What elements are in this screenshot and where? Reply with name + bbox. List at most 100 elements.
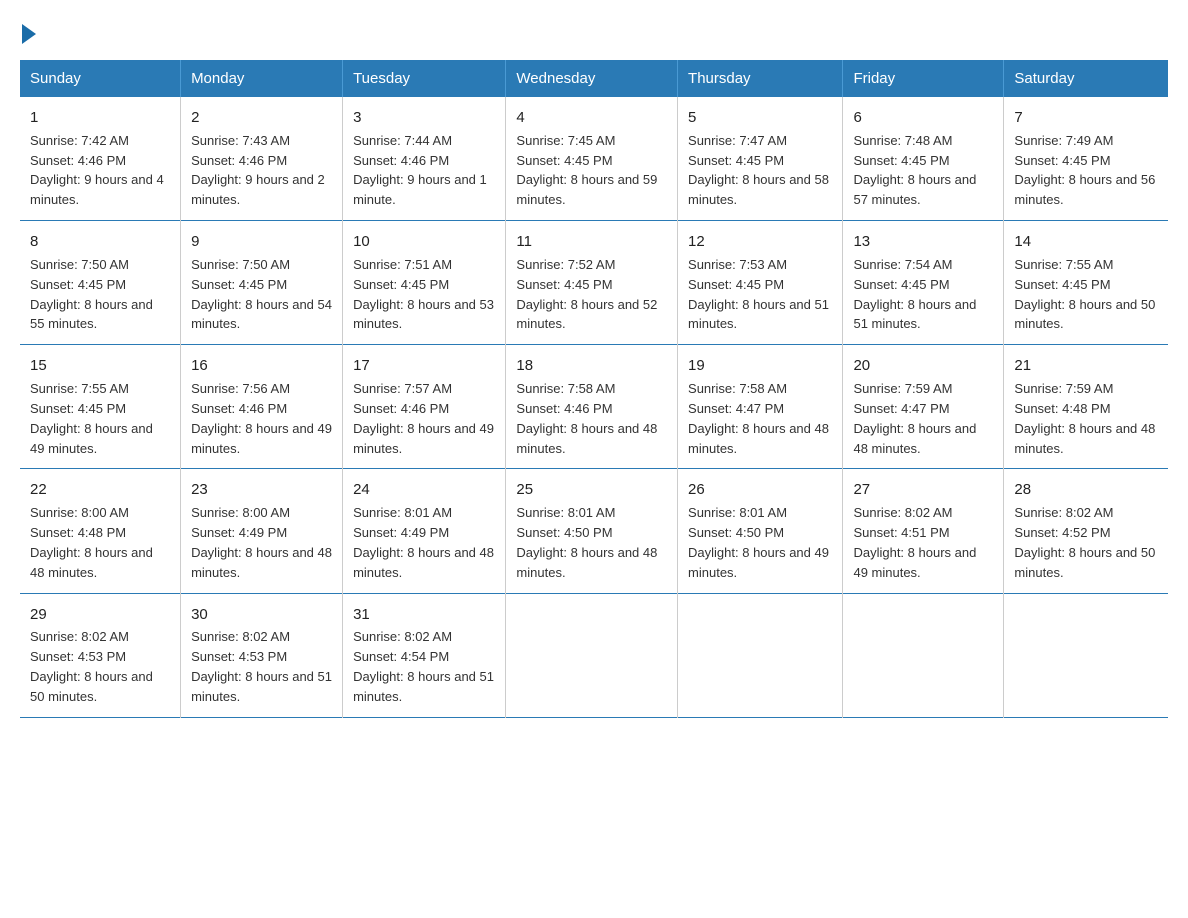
- day-info: Sunrise: 8:01 AMSunset: 4:50 PMDaylight:…: [516, 505, 657, 580]
- day-number: 1: [30, 107, 170, 129]
- week-row-4: 22 Sunrise: 8:00 AMSunset: 4:48 PMDayligh…: [20, 469, 1168, 593]
- calendar-cell: [1004, 593, 1168, 717]
- day-info: Sunrise: 7:44 AMSunset: 4:46 PMDaylight:…: [353, 133, 487, 208]
- day-number: 16: [191, 355, 332, 377]
- calendar-cell: 26 Sunrise: 8:01 AMSunset: 4:50 PMDayligh…: [678, 469, 843, 593]
- calendar-cell: 7 Sunrise: 7:49 AMSunset: 4:45 PMDaylight…: [1004, 97, 1168, 221]
- day-info: Sunrise: 8:02 AMSunset: 4:53 PMDaylight:…: [191, 629, 332, 704]
- calendar-cell: 31 Sunrise: 8:02 AMSunset: 4:54 PMDayligh…: [343, 593, 506, 717]
- calendar-cell: 17 Sunrise: 7:57 AMSunset: 4:46 PMDayligh…: [343, 345, 506, 469]
- day-number: 11: [516, 231, 667, 253]
- day-info: Sunrise: 7:59 AMSunset: 4:47 PMDaylight:…: [853, 381, 976, 456]
- calendar-cell: 27 Sunrise: 8:02 AMSunset: 4:51 PMDayligh…: [843, 469, 1004, 593]
- calendar-cell: 21 Sunrise: 7:59 AMSunset: 4:48 PMDayligh…: [1004, 345, 1168, 469]
- day-info: Sunrise: 7:52 AMSunset: 4:45 PMDaylight:…: [516, 257, 657, 332]
- day-number: 17: [353, 355, 495, 377]
- day-info: Sunrise: 7:45 AMSunset: 4:45 PMDaylight:…: [516, 133, 657, 208]
- day-number: 22: [30, 479, 170, 501]
- day-info: Sunrise: 7:53 AMSunset: 4:45 PMDaylight:…: [688, 257, 829, 332]
- header-day-wednesday: Wednesday: [506, 60, 678, 97]
- header-day-sunday: Sunday: [20, 60, 181, 97]
- calendar-header: SundayMondayTuesdayWednesdayThursdayFrid…: [20, 60, 1168, 97]
- calendar-cell: 23 Sunrise: 8:00 AMSunset: 4:49 PMDayligh…: [181, 469, 343, 593]
- day-info: Sunrise: 7:51 AMSunset: 4:45 PMDaylight:…: [353, 257, 494, 332]
- day-number: 13: [853, 231, 993, 253]
- logo-arrow-icon: [22, 24, 36, 44]
- calendar-cell: 25 Sunrise: 8:01 AMSunset: 4:50 PMDayligh…: [506, 469, 678, 593]
- header-day-friday: Friday: [843, 60, 1004, 97]
- logo: [20, 20, 36, 40]
- calendar-cell: 28Sunrise: 8:02 AMSunset: 4:52 PMDayligh…: [1004, 469, 1168, 593]
- day-number: 29: [30, 604, 170, 626]
- day-number: 5: [688, 107, 832, 129]
- calendar-cell: 11 Sunrise: 7:52 AMSunset: 4:45 PMDayligh…: [506, 221, 678, 345]
- day-number: 8: [30, 231, 170, 253]
- day-number: 21: [1014, 355, 1158, 377]
- day-number: 24: [353, 479, 495, 501]
- header-day-thursday: Thursday: [678, 60, 843, 97]
- calendar-cell: 6 Sunrise: 7:48 AMSunset: 4:45 PMDaylight…: [843, 97, 1004, 221]
- header-day-saturday: Saturday: [1004, 60, 1168, 97]
- day-number: 9: [191, 231, 332, 253]
- calendar-cell: 4 Sunrise: 7:45 AMSunset: 4:45 PMDaylight…: [506, 97, 678, 221]
- calendar-cell: 9 Sunrise: 7:50 AMSunset: 4:45 PMDaylight…: [181, 221, 343, 345]
- day-info: Sunrise: 7:50 AMSunset: 4:45 PMDaylight:…: [191, 257, 332, 332]
- calendar-cell: 2 Sunrise: 7:43 AMSunset: 4:46 PMDaylight…: [181, 97, 343, 221]
- day-info: Sunrise: 8:02 AMSunset: 4:51 PMDaylight:…: [853, 505, 976, 580]
- header-row: SundayMondayTuesdayWednesdayThursdayFrid…: [20, 60, 1168, 97]
- day-info: Sunrise: 7:49 AMSunset: 4:45 PMDaylight:…: [1014, 133, 1155, 208]
- calendar-cell: 10 Sunrise: 7:51 AMSunset: 4:45 PMDayligh…: [343, 221, 506, 345]
- calendar-cell: 1 Sunrise: 7:42 AMSunset: 4:46 PMDaylight…: [20, 97, 181, 221]
- day-info: Sunrise: 7:58 AMSunset: 4:46 PMDaylight:…: [516, 381, 657, 456]
- day-info: Sunrise: 7:57 AMSunset: 4:46 PMDaylight:…: [353, 381, 494, 456]
- week-row-5: 29 Sunrise: 8:02 AMSunset: 4:53 PMDayligh…: [20, 593, 1168, 717]
- calendar-cell: 24Sunrise: 8:01 AMSunset: 4:49 PMDayligh…: [343, 469, 506, 593]
- day-number: 27: [853, 479, 993, 501]
- calendar-cell: 18 Sunrise: 7:58 AMSunset: 4:46 PMDayligh…: [506, 345, 678, 469]
- day-info: Sunrise: 8:02 AMSunset: 4:53 PMDaylight:…: [30, 629, 153, 704]
- calendar-cell: 20 Sunrise: 7:59 AMSunset: 4:47 PMDayligh…: [843, 345, 1004, 469]
- day-number: 10: [353, 231, 495, 253]
- day-info: Sunrise: 7:48 AMSunset: 4:45 PMDaylight:…: [853, 133, 976, 208]
- calendar-cell: 16 Sunrise: 7:56 AMSunset: 4:46 PMDayligh…: [181, 345, 343, 469]
- day-info: Sunrise: 8:02 AMSunset: 4:52 PMDaylight:…: [1014, 505, 1155, 580]
- day-number: 20: [853, 355, 993, 377]
- calendar-cell: 3Sunrise: 7:44 AMSunset: 4:46 PMDaylight…: [343, 97, 506, 221]
- day-info: Sunrise: 7:42 AMSunset: 4:46 PMDaylight:…: [30, 133, 164, 208]
- calendar-cell: 14Sunrise: 7:55 AMSunset: 4:45 PMDayligh…: [1004, 221, 1168, 345]
- day-number: 18: [516, 355, 667, 377]
- day-info: Sunrise: 8:01 AMSunset: 4:50 PMDaylight:…: [688, 505, 829, 580]
- day-number: 14: [1014, 231, 1158, 253]
- day-number: 2: [191, 107, 332, 129]
- day-info: Sunrise: 7:54 AMSunset: 4:45 PMDaylight:…: [853, 257, 976, 332]
- day-info: Sunrise: 7:56 AMSunset: 4:46 PMDaylight:…: [191, 381, 332, 456]
- calendar-cell: [506, 593, 678, 717]
- day-number: 19: [688, 355, 832, 377]
- calendar-body: 1 Sunrise: 7:42 AMSunset: 4:46 PMDaylight…: [20, 97, 1168, 717]
- day-info: Sunrise: 7:43 AMSunset: 4:46 PMDaylight:…: [191, 133, 325, 208]
- day-number: 26: [688, 479, 832, 501]
- calendar-cell: [678, 593, 843, 717]
- calendar-cell: [843, 593, 1004, 717]
- calendar-cell: 12 Sunrise: 7:53 AMSunset: 4:45 PMDayligh…: [678, 221, 843, 345]
- day-number: 23: [191, 479, 332, 501]
- day-info: Sunrise: 7:59 AMSunset: 4:48 PMDaylight:…: [1014, 381, 1155, 456]
- header-day-monday: Monday: [181, 60, 343, 97]
- day-number: 30: [191, 604, 332, 626]
- calendar-cell: 19Sunrise: 7:58 AMSunset: 4:47 PMDayligh…: [678, 345, 843, 469]
- day-info: Sunrise: 7:50 AMSunset: 4:45 PMDaylight:…: [30, 257, 153, 332]
- day-info: Sunrise: 7:47 AMSunset: 4:45 PMDaylight:…: [688, 133, 829, 208]
- day-info: Sunrise: 8:00 AMSunset: 4:48 PMDaylight:…: [30, 505, 153, 580]
- day-number: 4: [516, 107, 667, 129]
- day-info: Sunrise: 8:00 AMSunset: 4:49 PMDaylight:…: [191, 505, 332, 580]
- calendar-cell: 15Sunrise: 7:55 AMSunset: 4:45 PMDayligh…: [20, 345, 181, 469]
- day-number: 6: [853, 107, 993, 129]
- day-number: 25: [516, 479, 667, 501]
- day-number: 7: [1014, 107, 1158, 129]
- calendar-cell: 5 Sunrise: 7:47 AMSunset: 4:45 PMDaylight…: [678, 97, 843, 221]
- day-number: 15: [30, 355, 170, 377]
- calendar-table: SundayMondayTuesdayWednesdayThursdayFrid…: [20, 60, 1168, 718]
- day-info: Sunrise: 8:02 AMSunset: 4:54 PMDaylight:…: [353, 629, 494, 704]
- day-number: 12: [688, 231, 832, 253]
- day-number: 31: [353, 604, 495, 626]
